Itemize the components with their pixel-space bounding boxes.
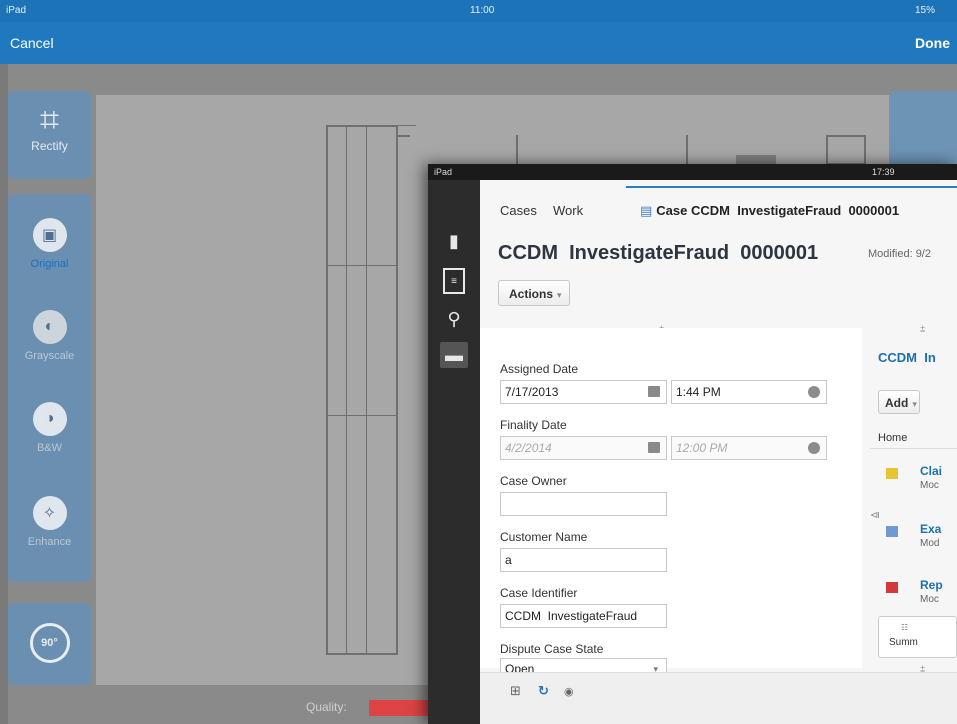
divider [870, 448, 957, 449]
related-item-sub: Moc [920, 480, 939, 491]
case-app-screen: iPad 17:39 ▮ ≡ ⚲ ▬ Cases Work ▤ Case CCDM… [428, 164, 957, 724]
actions-button[interactable]: Actions ▾ [498, 280, 570, 306]
image-icon: ▣ [32, 218, 67, 252]
assigned-date-label: Assigned Date [500, 362, 579, 376]
summary-label: Summ [889, 637, 918, 648]
case-identifier-field[interactable]: CCDM InvestigateFraud [500, 604, 667, 628]
chevron-down-icon: ▾ [912, 399, 917, 409]
grayscale-icon: ◐ [32, 310, 67, 344]
search-icon[interactable]: ⚲ [440, 306, 468, 332]
tab-case-label: Case CCDM InvestigateFraud 0000001 [656, 203, 900, 218]
active-tab-indicator [626, 186, 957, 188]
crop-icon: ⌗ [39, 101, 60, 139]
calendar-icon[interactable] [648, 386, 660, 397]
grayscale-tool[interactable]: ◐ Grayscale [8, 310, 91, 362]
quality-bar [369, 700, 431, 716]
nav-bar: Cancel Done [0, 22, 957, 64]
bookmark-icon[interactable]: ▮ [440, 228, 468, 254]
related-item-sub: Mod [920, 538, 940, 549]
assigned-time-field[interactable]: 1:44 PM [671, 380, 827, 404]
rotate-90-icon: 90° [29, 623, 70, 663]
done-button[interactable]: Done [915, 35, 950, 51]
related-title: CCDM In [878, 350, 936, 365]
front-status-carrier: iPad [434, 167, 453, 177]
clock-icon[interactable] [808, 442, 820, 454]
related-item-title[interactable]: Clai [920, 464, 942, 478]
contrast-icon: ◑ [32, 402, 67, 436]
actions-label: Actions [509, 287, 554, 301]
enhance-tool[interactable]: ✧ Enhance [8, 496, 91, 548]
finality-time-field[interactable]: 12:00 PM [671, 436, 827, 460]
splitter-handle-icon[interactable]: ⧏ [870, 510, 880, 521]
related-item-sub: Moc [920, 594, 939, 605]
related-pane: ⩲ CCDM In Add ▾ Home Clai Moc Exa Mod Rep… [870, 324, 957, 674]
rectify-tool[interactable]: ⌗ Rectify [8, 101, 91, 153]
bw-label: B&W [36, 442, 63, 454]
tab-work[interactable]: Work [553, 203, 583, 218]
bottom-toolbar: ⊞ ↻ ◉ [480, 672, 957, 724]
summary-button[interactable]: ☷ Summ [878, 616, 957, 658]
doc-icon [886, 526, 898, 537]
sitemap-icon[interactable]: ⊞ [510, 683, 521, 699]
tab-cases[interactable]: Cases [500, 203, 537, 218]
modified-text: Modified: 9/2 [868, 248, 931, 260]
folder-icon[interactable]: ▬ [440, 342, 468, 368]
refresh-icon[interactable]: ↻ [538, 683, 549, 699]
tab-case[interactable]: ▤ Case CCDM InvestigateFraud 0000001 [640, 203, 899, 219]
case-main: Cases Work ▤ Case CCDM InvestigateFraud 0… [480, 180, 957, 724]
rectify-label: Rectify [31, 139, 68, 153]
rotate-panel: 90° [8, 603, 91, 685]
chevron-down-icon: ▾ [557, 290, 562, 300]
inbox-icon[interactable]: ≡ [443, 268, 465, 294]
related-item-title[interactable]: Rep [920, 578, 943, 592]
wand-icon: ✧ [32, 496, 67, 530]
page-title: CCDM InvestigateFraud 0000001 [498, 242, 819, 264]
original-tool[interactable]: ▣ Original [8, 218, 91, 270]
related-item-title[interactable]: Exa [920, 522, 941, 536]
collapse-icon[interactable]: ⩲ [920, 324, 925, 335]
case-tab-icon: ▤ [640, 203, 653, 218]
clock-icon[interactable] [808, 386, 820, 398]
right-panel-tab[interactable] [889, 91, 957, 171]
finality-date-label: Finality Date [500, 418, 567, 432]
quality-label: Quality: [306, 700, 347, 714]
original-label: Original [30, 258, 69, 270]
finality-date-field[interactable]: 4/2/2014 [500, 436, 667, 460]
front-status-time: 17:39 [872, 167, 895, 177]
assigned-date-field[interactable]: 7/17/2013 [500, 380, 667, 404]
left-rail: ▮ ≡ ⚲ ▬ [428, 180, 480, 724]
add-button[interactable]: Add ▾ [878, 390, 920, 414]
help-icon[interactable]: ◉ [564, 685, 574, 698]
status-bar: iPad 11:00 15% [0, 0, 957, 22]
status-carrier: iPad [6, 5, 27, 16]
grayscale-label: Grayscale [24, 350, 75, 362]
case-form: Assigned Date 7/17/2013 1:44 PM Finality… [480, 328, 862, 680]
cancel-button[interactable]: Cancel [10, 35, 54, 51]
enhance-label: Enhance [27, 536, 72, 548]
bw-tool[interactable]: ◑ B&W [8, 402, 91, 454]
pdf-icon [886, 582, 898, 593]
customer-name-label: Customer Name [500, 530, 588, 544]
filter-panel: ▣ Original ◐ Grayscale ◑ B&W ✧ Enhance [8, 194, 91, 582]
breadcrumb-home[interactable]: Home [878, 432, 907, 444]
rectify-panel: ⌗ Rectify [8, 91, 91, 179]
case-owner-label: Case Owner [500, 474, 567, 488]
status-time: 11:00 [470, 5, 495, 16]
status-battery: 15% [915, 5, 936, 16]
case-owner-field[interactable] [500, 492, 667, 516]
customer-name-field[interactable]: a [500, 548, 667, 572]
case-identifier-label: Case Identifier [500, 586, 578, 600]
summary-icon: ☷ [901, 623, 909, 632]
dispute-state-label: Dispute Case State [500, 642, 604, 656]
folder-icon [886, 468, 898, 479]
front-status-bar: iPad 17:39 [428, 164, 957, 180]
tab-bar: Cases Work ▤ Case CCDM InvestigateFraud 0… [480, 180, 957, 224]
calendar-icon[interactable] [648, 442, 660, 453]
rotate-tool[interactable]: 90° [8, 623, 91, 669]
